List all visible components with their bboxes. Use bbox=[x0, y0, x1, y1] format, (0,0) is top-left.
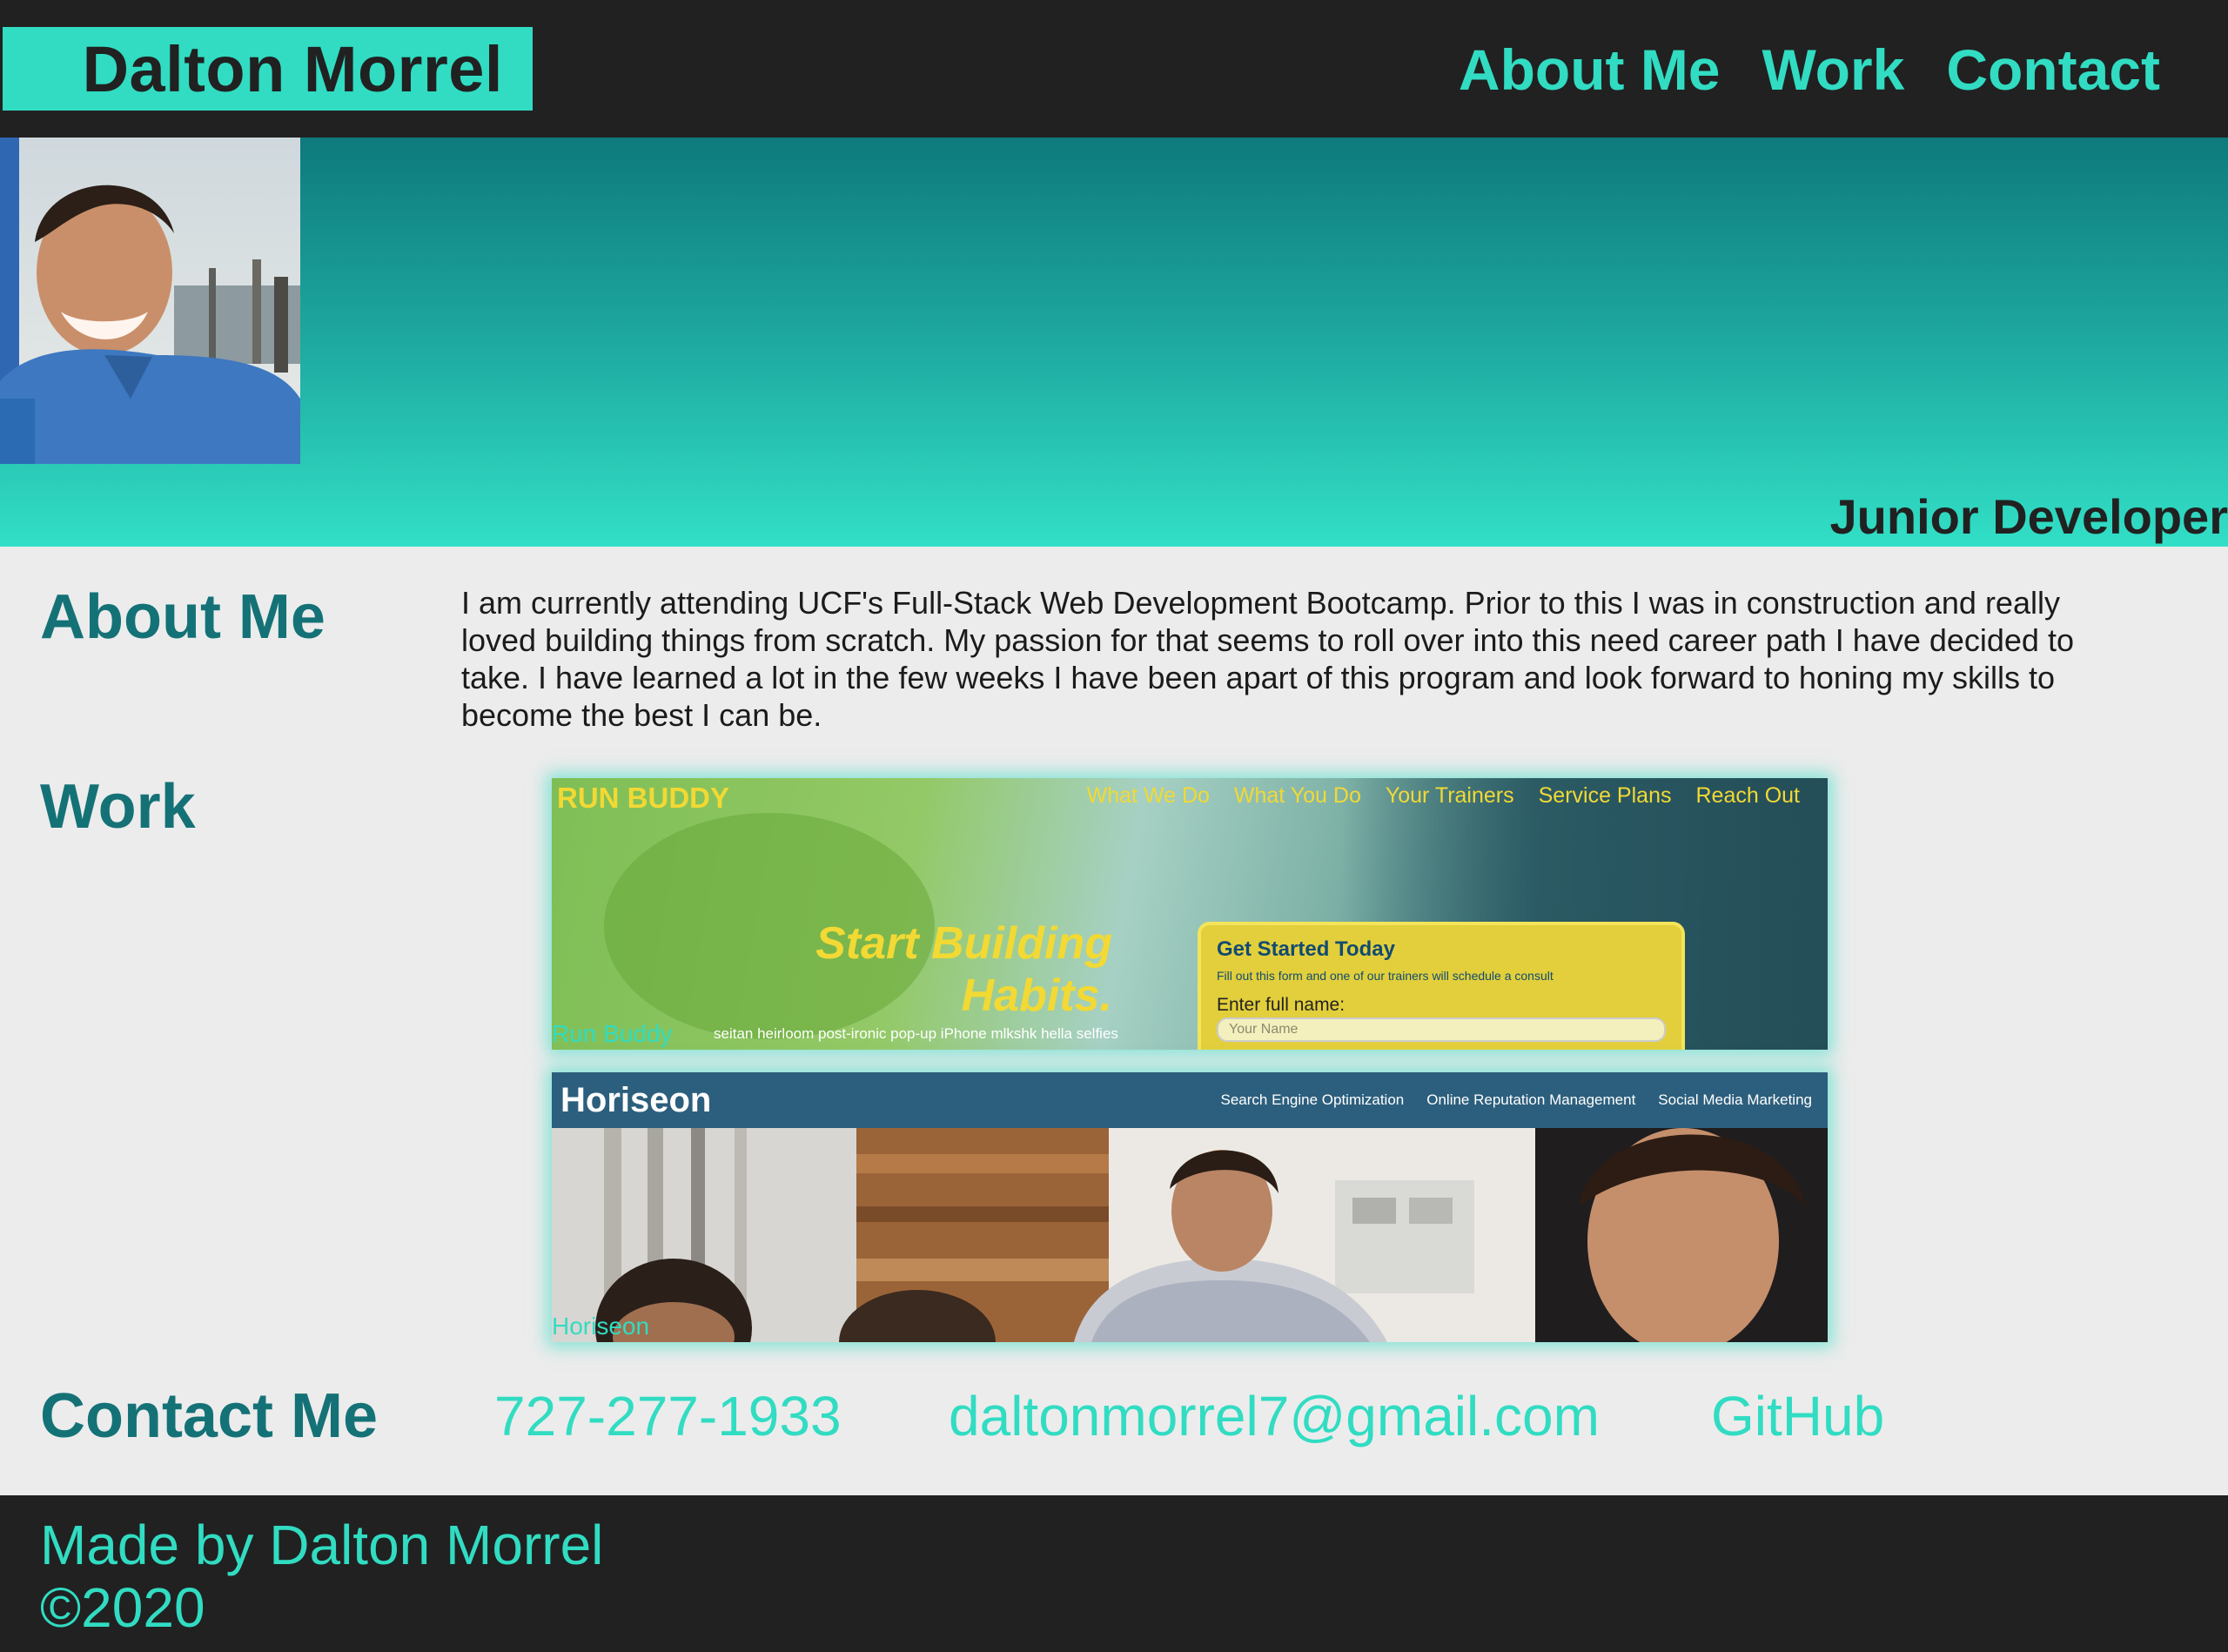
run-buddy-nav-item: What We Do bbox=[1086, 783, 1210, 808]
profile-photo bbox=[0, 138, 300, 464]
contact-phone-link[interactable]: 727-277-1933 bbox=[494, 1380, 842, 1452]
contact-email-link[interactable]: daltonmorrel7@gmail.com bbox=[949, 1380, 1600, 1452]
contact-heading: Contact Me bbox=[40, 1381, 379, 1451]
work-heading: Work bbox=[40, 772, 196, 842]
hero-job-title: Junior Developer bbox=[1829, 488, 2228, 544]
run-buddy-form-title: Get Started Today bbox=[1217, 937, 1395, 961]
run-buddy-form-label: Enter full name: bbox=[1217, 995, 1346, 1015]
run-buddy-logo: RUN BUDDY bbox=[557, 782, 729, 814]
horiseon-hero-photo bbox=[552, 1128, 1828, 1342]
nav-link-about-me[interactable]: About Me bbox=[1459, 37, 1721, 103]
footer-credit: Made by Dalton Morrel bbox=[40, 1514, 604, 1576]
main-nav: About Me Work Contact bbox=[1459, 31, 2160, 108]
project-card-run-buddy[interactable]: RUN BUDDY What We Do What You Do Your Tr… bbox=[552, 778, 1828, 1050]
about-heading: About Me bbox=[40, 582, 325, 652]
run-buddy-nav-item: Service Plans bbox=[1538, 783, 1672, 808]
footer-copyright: ©2020 bbox=[40, 1576, 205, 1639]
run-buddy-headline-line2: Habits. bbox=[961, 970, 1112, 1021]
run-buddy-form-desc: Fill out this form and one of our traine… bbox=[1217, 969, 1554, 983]
run-buddy-headline-line1: Start Building bbox=[815, 918, 1112, 969]
project-caption: Horiseon bbox=[552, 1313, 650, 1340]
contact-github-link[interactable]: GitHub bbox=[1711, 1380, 1884, 1452]
project-caption: Run Buddy bbox=[552, 1020, 673, 1047]
horiseon-nav: Search Engine Optimization Online Reputa… bbox=[1221, 1072, 1812, 1128]
site-brand[interactable]: Dalton Morrel bbox=[3, 27, 533, 111]
run-buddy-nav-item: Reach Out bbox=[1695, 783, 1800, 808]
project-card-horiseon[interactable]: Horiseon Search Engine Optimization Onli… bbox=[552, 1072, 1828, 1342]
horiseon-logo: Horiseon bbox=[560, 1080, 712, 1119]
nav-link-contact[interactable]: Contact bbox=[1946, 37, 2160, 103]
run-buddy-nav-item: Your Trainers bbox=[1385, 783, 1514, 808]
run-buddy-form: Get Started Today Fill out this form and… bbox=[1198, 922, 1685, 1050]
horiseon-nav-item: Search Engine Optimization bbox=[1220, 1091, 1405, 1108]
horiseon-nav-item: Social Media Marketing bbox=[1658, 1091, 1812, 1108]
run-buddy-form-input: Your Name bbox=[1217, 1017, 1666, 1042]
run-buddy-subtext: seitan heirloom post-ironic pop-up iPhon… bbox=[714, 1025, 1118, 1042]
run-buddy-nav-item: What You Do bbox=[1233, 783, 1361, 808]
site-header: Dalton Morrel About Me Work Contact bbox=[0, 0, 2228, 138]
hero-banner: Junior Developer bbox=[0, 138, 2228, 547]
run-buddy-headline: Start Building Habits. bbox=[815, 917, 1112, 1022]
run-buddy-nav: What We Do What You Do Your Trainers Ser… bbox=[1087, 783, 1800, 809]
nav-link-work[interactable]: Work bbox=[1762, 37, 1905, 103]
site-footer: Made by Dalton Morrel ©2020 bbox=[0, 1495, 2228, 1652]
horiseon-nav-item: Online Reputation Management bbox=[1426, 1091, 1636, 1108]
about-text: I am currently attending UCF's Full-Stac… bbox=[461, 585, 2074, 733]
